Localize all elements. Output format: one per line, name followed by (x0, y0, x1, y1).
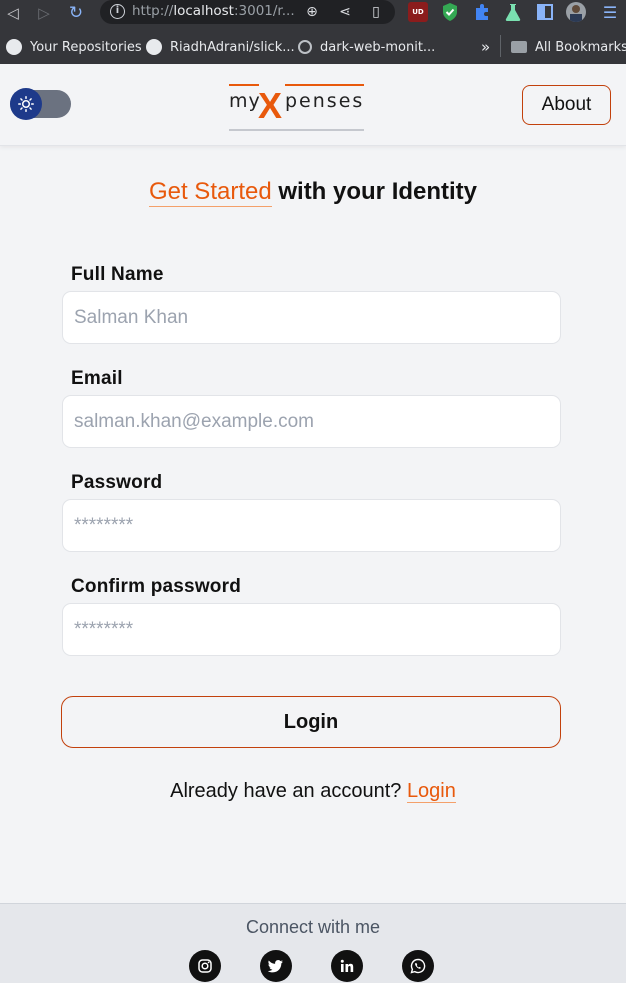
email-label: Email (71, 368, 123, 389)
myxpenses-logo[interactable]: my X penses (229, 84, 364, 132)
bookmark-star-icon[interactable]: ▯ (367, 3, 385, 21)
full-name-label: Full Name (71, 264, 164, 285)
puzzle-extension-icon[interactable] (472, 2, 492, 22)
title-rest: with your Identity (271, 178, 478, 205)
github-icon (6, 39, 22, 55)
bookmark-label: Your Repositories (30, 39, 142, 55)
shield-extension-icon[interactable] (440, 2, 460, 22)
whatsapp-icon[interactable] (402, 950, 434, 982)
login-prompt: Already have an account? Login (0, 780, 626, 803)
share-icon[interactable]: ⋖ (336, 3, 354, 21)
bookmark-slick[interactable]: RiadhAdrani/slick... (146, 38, 295, 56)
bookmark-label: RiadhAdrani/slick... (170, 39, 295, 55)
bookmark-your-repositories[interactable]: Your Repositories (6, 38, 142, 56)
toggle-knob (10, 88, 42, 120)
logo-my: my (229, 90, 261, 112)
footer: Connect with me (0, 903, 626, 983)
zoom-icon[interactable]: ⊕ (303, 3, 321, 21)
connect-text: Connect with me (245, 917, 381, 937)
folder-icon (511, 41, 527, 53)
more-bookmarks-button[interactable]: » (481, 38, 490, 56)
linkedin-icon[interactable] (331, 950, 363, 982)
all-bookmarks-button[interactable]: All Bookmarks (511, 38, 626, 56)
bookmarks-bar: Your Repositories RiadhAdrani/slick... d… (0, 32, 626, 62)
app-header: my X penses About (0, 64, 626, 146)
flask-extension-icon[interactable] (503, 2, 523, 22)
github-icon (146, 39, 162, 55)
full-name-field[interactable] (62, 291, 561, 344)
browser-toolbar: ◁ ▷ ↻ i http://localhost:3001/r... ⊕ ⋖ ▯… (0, 0, 626, 32)
menu-icon[interactable]: ☰ (600, 3, 620, 23)
back-icon[interactable]: ◁ (3, 3, 23, 23)
url-text[interactable]: http://localhost:3001/r... (132, 3, 295, 19)
password-label: Password (71, 472, 163, 493)
ublock-extension-icon[interactable]: UD (408, 2, 428, 22)
bookmarks-divider (500, 35, 501, 57)
title-accent: Get Started (148, 178, 272, 207)
browser-chrome: ◁ ▷ ↻ i http://localhost:3001/r... ⊕ ⋖ ▯… (0, 0, 626, 64)
instagram-icon[interactable] (189, 950, 221, 982)
twitter-icon[interactable] (260, 950, 292, 982)
profile-avatar[interactable] (566, 2, 586, 22)
login-prompt-text: Already have an account? (170, 780, 407, 802)
forward-icon[interactable]: ▷ (34, 3, 54, 23)
login-link[interactable]: Login (406, 780, 456, 803)
confirm-password-field[interactable] (62, 603, 561, 656)
submit-button[interactable]: Login (61, 696, 561, 748)
bookmark-dark-web[interactable]: dark-web-monit... (298, 38, 435, 56)
email-field[interactable] (62, 395, 561, 448)
theme-toggle[interactable] (10, 88, 71, 120)
about-button[interactable]: About (522, 85, 611, 125)
sidebar-icon[interactable] (535, 2, 555, 22)
confirm-password-label: Confirm password (71, 576, 241, 597)
logo-top-line (229, 84, 364, 86)
site-info-icon[interactable]: i (110, 4, 125, 19)
globe-icon (298, 40, 312, 54)
logo-bottom-line (229, 129, 364, 131)
bookmark-label: dark-web-monit... (320, 39, 436, 55)
reload-icon[interactable]: ↻ (66, 3, 86, 23)
address-bar[interactable]: i http://localhost:3001/r... ⊕ ⋖ ▯ (100, 0, 395, 24)
password-field[interactable] (62, 499, 561, 552)
logo-penses: penses (285, 90, 365, 112)
logo-x: X (258, 85, 283, 126)
page-title: Get Started with your Identity (0, 178, 626, 207)
sun-icon (18, 96, 34, 112)
all-bookmarks-label: All Bookmarks (535, 39, 626, 55)
